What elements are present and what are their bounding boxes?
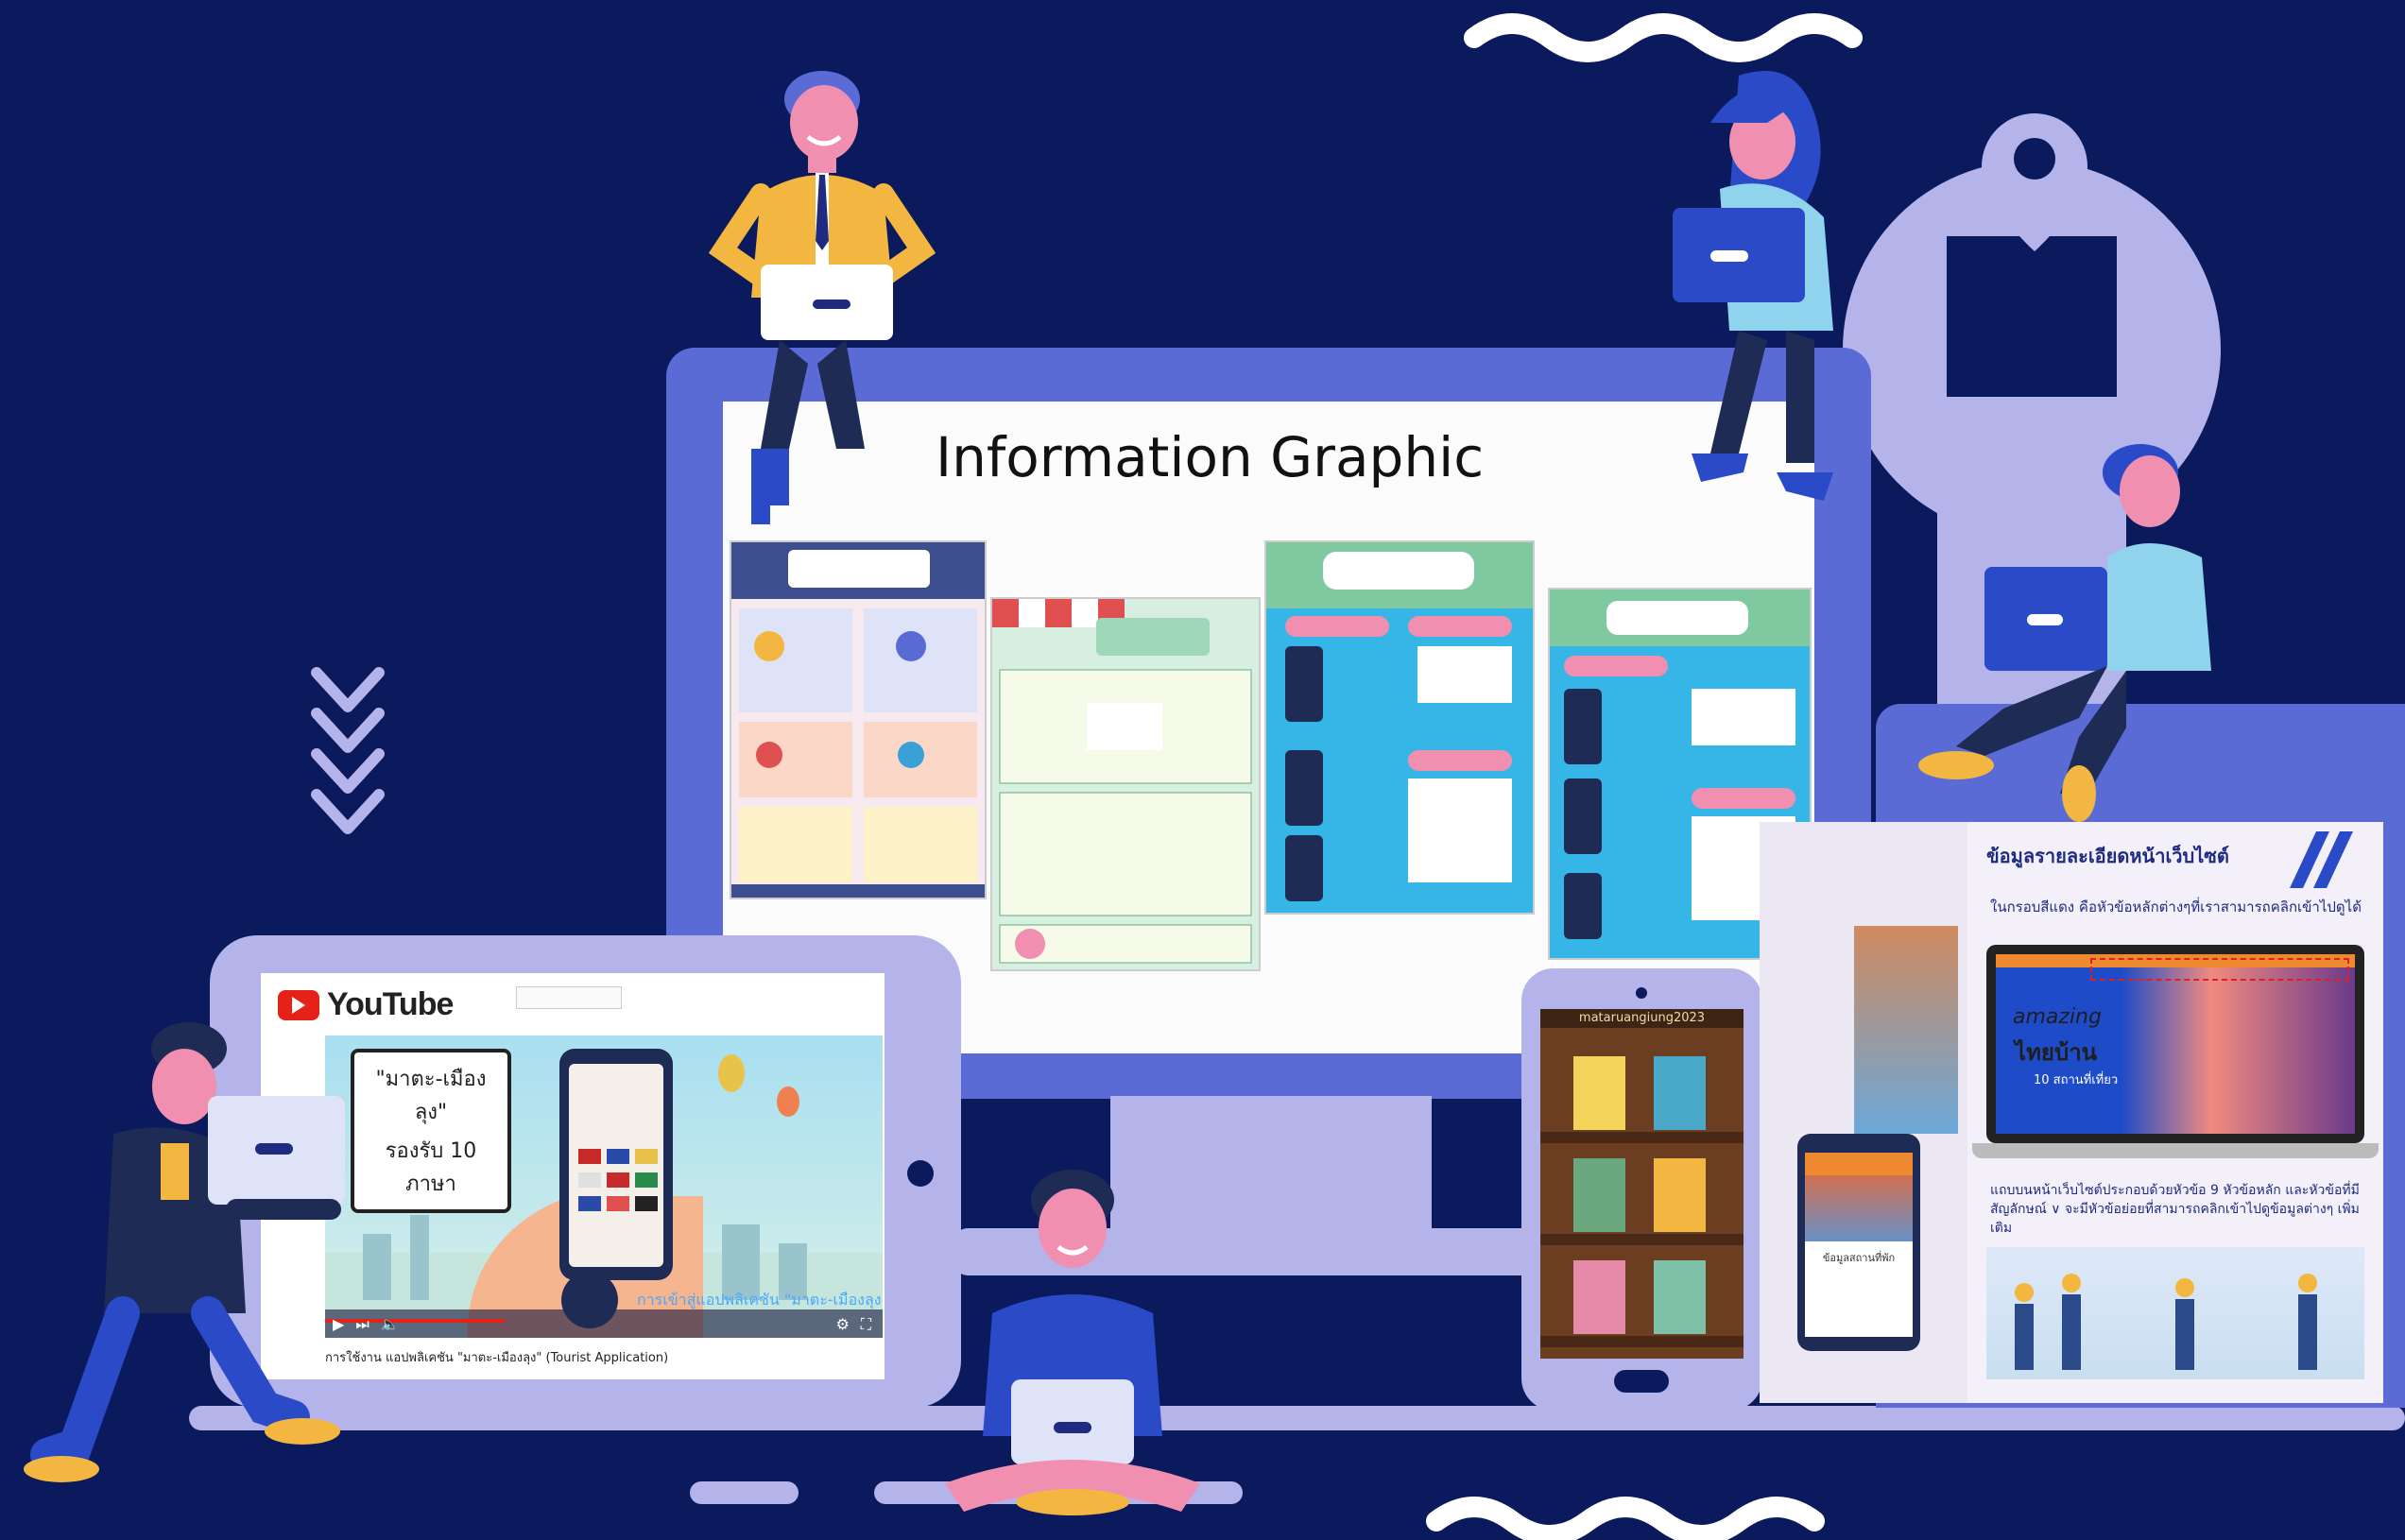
hero-text-2: ไทยบ้าน bbox=[2015, 1039, 2098, 1066]
book-body-text: แถบบนหน้าเว็บไซต์ประกอบด้วยหัวข้อ 9 หัวข… bbox=[1990, 1183, 2360, 1236]
floor-bar bbox=[189, 1406, 2405, 1430]
left-page-photo bbox=[1854, 926, 1958, 1134]
infographic-1[interactable] bbox=[730, 540, 987, 899]
infographic-2[interactable] bbox=[990, 597, 1261, 971]
bookshelf-header: mataruangiung2023 bbox=[1540, 1009, 1744, 1028]
settings-icon[interactable]: ⚙ bbox=[835, 1315, 849, 1334]
page-title: Information Graphic bbox=[936, 425, 1485, 489]
speech-bubble: "มาตะ-เมืองลุง" รองรับ 10 ภาษา bbox=[351, 1049, 511, 1213]
book-right-page: ข้อมูลรายละเอียดหน้าเว็บไซต์ ในกรอบสีแดง… bbox=[1967, 822, 2383, 1403]
chevrons-down-icon bbox=[311, 667, 385, 834]
woman-sitting-top-right bbox=[1673, 71, 1833, 501]
website-book: ข้อมูลสถานที่พัก ข้อมูลรายละเอียดหน้าเว็… bbox=[1760, 822, 2383, 1403]
youtube-search-bar[interactable] bbox=[516, 986, 622, 1009]
infographic-2-art bbox=[992, 599, 1252, 964]
person-walking-left bbox=[24, 1022, 345, 1482]
video-caption: การเข้าสู่แอปพลิเคชัน "มาตะ-เมืองลุง" bbox=[637, 1291, 883, 1309]
hero-text-1: amazing bbox=[2013, 1005, 2102, 1029]
infographic-3[interactable] bbox=[1264, 540, 1535, 915]
laptop-mock-keyboard bbox=[1972, 1143, 2379, 1158]
bottom-wave-decor bbox=[1426, 1497, 1825, 1540]
left-phone-mock: ข้อมูลสถานที่พัก bbox=[1797, 1134, 1920, 1351]
top-wave-decor bbox=[1464, 13, 1863, 62]
video-title[interactable]: การใช้งาน แอปพลิเคชัน "มาตะ-เมืองลุง" (T… bbox=[325, 1347, 668, 1367]
book-left-page: ข้อมูลสถานที่พัก bbox=[1760, 822, 1967, 1403]
floor-pill-1 bbox=[690, 1481, 799, 1504]
book-page-title: ข้อมูลรายละเอียดหน้าเว็บไซต์ bbox=[1986, 845, 2229, 867]
bookshelf-screen: mataruangiung2023 bbox=[1540, 1009, 1744, 1359]
red-frame-highlight bbox=[2090, 958, 2349, 981]
infographic-1-art bbox=[731, 542, 985, 898]
bubble-line-2: รองรับ 10 ภาษา bbox=[385, 1139, 477, 1196]
travelers-illustration bbox=[1986, 1247, 2364, 1379]
infographic-3-art bbox=[1266, 542, 1533, 901]
video-settings[interactable]: ⚙ ⛶ bbox=[835, 1315, 871, 1334]
person-sitting-top-left bbox=[708, 71, 936, 524]
phone-home-button[interactable] bbox=[1614, 1370, 1669, 1393]
laptop-mock: amazing ไทยบ้าน 10 สถานที่เที่ยว bbox=[1986, 945, 2364, 1143]
phone-mock-label: ข้อมูลสถานที่พัก bbox=[1822, 1252, 1896, 1264]
hero-sub: 10 สถานที่เที่ยว bbox=[2034, 1073, 2119, 1087]
bookshelf-art bbox=[1540, 1028, 1744, 1359]
volume-icon[interactable]: 🔈 bbox=[381, 1315, 400, 1334]
person-sitting-center bbox=[945, 1170, 1200, 1515]
person-sitting-right bbox=[1918, 444, 2211, 822]
bubble-line-1: "มาตะ-เมืองลุง" bbox=[375, 1068, 487, 1124]
book-intro-text: ในกรอบสีแดง คือหัวข้อหลักต่างๆที่เราสามา… bbox=[1990, 898, 2362, 915]
fullscreen-icon[interactable]: ⛶ bbox=[861, 1315, 871, 1334]
phone-camera bbox=[1636, 987, 1647, 999]
